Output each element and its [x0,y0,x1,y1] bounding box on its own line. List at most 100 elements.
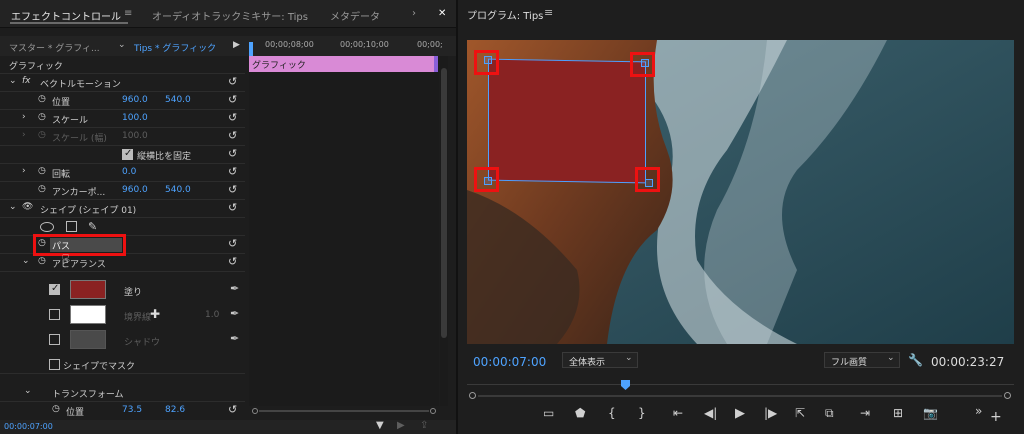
playback-resolution-select[interactable]: フル画質 ⌄ [824,352,900,368]
clip-end-marker [434,56,438,72]
extract-icon[interactable]: ⧉ [825,406,834,421]
toggle-timeline-icon[interactable]: ▶ [233,40,240,50]
reset-icon[interactable]: ↺ [228,183,237,196]
go-to-out-icon[interactable]: ⇥ [860,406,870,420]
overflow-icon[interactable]: » [975,404,982,418]
corner-annotation-br [635,167,660,192]
export-frame-icon[interactable]: 📷 [923,406,938,420]
fill-color-swatch[interactable] [70,280,106,299]
zoom-scroll-track[interactable] [478,395,1002,397]
vertical-scrollbar[interactable] [440,56,448,406]
stopwatch-icon[interactable]: ◷ [38,256,46,266]
step-forward-icon[interactable]: |▶ [764,406,777,420]
program-monitor-title[interactable]: プログラム: Tips [467,7,543,22]
filter-icon[interactable]: ▼ [376,420,384,431]
tab-overflow-icon[interactable]: › [412,8,416,19]
corner-annotation-tl [474,50,499,75]
stopwatch-icon[interactable]: ◷ [38,184,46,194]
playhead-timecode[interactable]: 00:00:07:00 [473,355,546,369]
button-editor-plus-icon[interactable]: + [990,409,1002,425]
shadow-color-swatch[interactable] [70,330,106,349]
ellipse-mask-icon[interactable] [40,222,54,232]
reset-icon[interactable]: ↺ [228,147,237,160]
reset-icon[interactable]: ↺ [228,75,237,88]
expand-chevron-icon[interactable]: › [22,166,26,176]
graphic-rectangle[interactable] [488,58,646,184]
position-y-value[interactable]: 540.0 [165,95,191,105]
section-graphic: グラフィック [0,56,245,74]
playhead[interactable] [249,42,253,56]
position-x-value[interactable]: 960.0 [122,95,148,105]
transform-position-x[interactable]: 73.5 [122,405,142,415]
step-back-icon[interactable]: ◀| [704,406,717,420]
monitor-time-ruler[interactable] [467,380,1014,394]
zoom-handle-left[interactable] [252,408,258,414]
expand-chevron-icon[interactable]: ⌄ [9,76,17,86]
reset-icon[interactable]: ↺ [228,165,237,178]
lift-icon[interactable]: ⇱ [795,406,805,420]
expand-chevron-icon[interactable]: ⌄ [9,202,17,212]
rectangle-mask-icon[interactable] [66,221,77,232]
chevron-down-icon[interactable]: ⌄ [118,40,126,50]
scale-label: スケール [52,116,89,126]
reset-icon[interactable]: ↺ [228,255,237,268]
eyedropper-icon[interactable]: ✒ [230,282,239,295]
play-icon[interactable]: ▶ [735,406,745,421]
monitor-playhead[interactable] [621,380,630,390]
expand-chevron-icon[interactable]: › [22,112,26,122]
stopwatch-icon[interactable]: ◷ [38,166,46,176]
panel-menu-icon[interactable]: ≡ [124,8,132,19]
mask-with-shape-checkbox[interactable] [49,359,60,370]
scrollbar-thumb[interactable] [441,68,447,338]
stopwatch-icon[interactable]: ◷ [38,112,46,122]
overwrite-icon[interactable]: ⊞ [893,406,903,420]
anchor-y-value[interactable]: 540.0 [165,185,191,195]
sequence-clip-label[interactable]: Tips * グラフィック [134,41,216,54]
stroke-checkbox[interactable] [49,309,60,320]
effect-timeline[interactable] [249,56,439,406]
tab-metadata[interactable]: メタデータ [330,8,380,23]
shadow-checkbox[interactable] [49,334,60,345]
footer-timecode[interactable]: 00:00:07:00 [4,422,53,431]
stopwatch-icon[interactable]: ◷ [52,404,60,414]
transform-position-y[interactable]: 82.6 [165,405,185,415]
anchor-x-value[interactable]: 960.0 [122,185,148,195]
tab-audio-mixer[interactable]: オーディオトラックミキサー: Tips [152,8,308,23]
add-stroke-icon[interactable]: ✚ [150,307,160,321]
timeline-zoom-bar[interactable] [249,406,439,416]
mark-out-icon[interactable]: } [638,406,646,420]
close-icon[interactable]: ✕ [438,8,446,19]
reset-icon[interactable]: ↺ [228,111,237,124]
fx-icon[interactable]: fx [22,76,31,86]
go-to-in-icon[interactable]: ⇤ [673,406,683,420]
reset-icon[interactable]: ↺ [228,237,237,250]
stopwatch-icon[interactable]: ◷ [38,94,46,104]
corner-annotation-tr [630,52,655,77]
zoom-handle-right[interactable] [1004,392,1011,399]
eyedropper-icon[interactable]: ✒ [230,307,239,320]
uniform-scale-checkbox[interactable] [122,148,133,160]
master-clip-label[interactable]: マスター * グラフィ... [9,41,100,54]
zoom-handle-left[interactable] [469,392,476,399]
zoom-level-select[interactable]: 全体表示 ⌄ [562,352,638,368]
expand-chevron-icon[interactable]: ⌄ [24,386,32,396]
reset-icon[interactable]: ↺ [228,201,237,214]
eye-icon[interactable]: 👁 [22,202,33,212]
scale-value[interactable]: 100.0 [122,113,148,123]
fill-checkbox[interactable] [49,283,60,295]
graphic-clip[interactable]: グラフィック [249,56,438,72]
pen-mask-icon[interactable]: ✎ [88,220,97,233]
stroke-color-swatch[interactable] [70,305,106,324]
wrench-icon[interactable]: 🔧 [908,353,923,367]
monitor-menu-icon[interactable]: ≡ [544,6,553,19]
reset-icon[interactable]: ↺ [228,93,237,106]
eyedropper-icon[interactable]: ✒ [230,332,239,345]
safe-margins-icon[interactable]: ▭ [543,406,554,420]
rotation-value[interactable]: 0.0 [122,167,136,177]
tab-effect-controls[interactable]: エフェクトコントロール [11,8,121,23]
zoom-handle-right[interactable] [430,408,436,414]
mark-in-icon[interactable]: { [608,406,616,420]
expand-chevron-icon[interactable]: ⌄ [22,256,30,266]
marker-icon[interactable]: ⬟ [575,406,585,420]
reset-icon[interactable]: ↺ [228,403,237,416]
